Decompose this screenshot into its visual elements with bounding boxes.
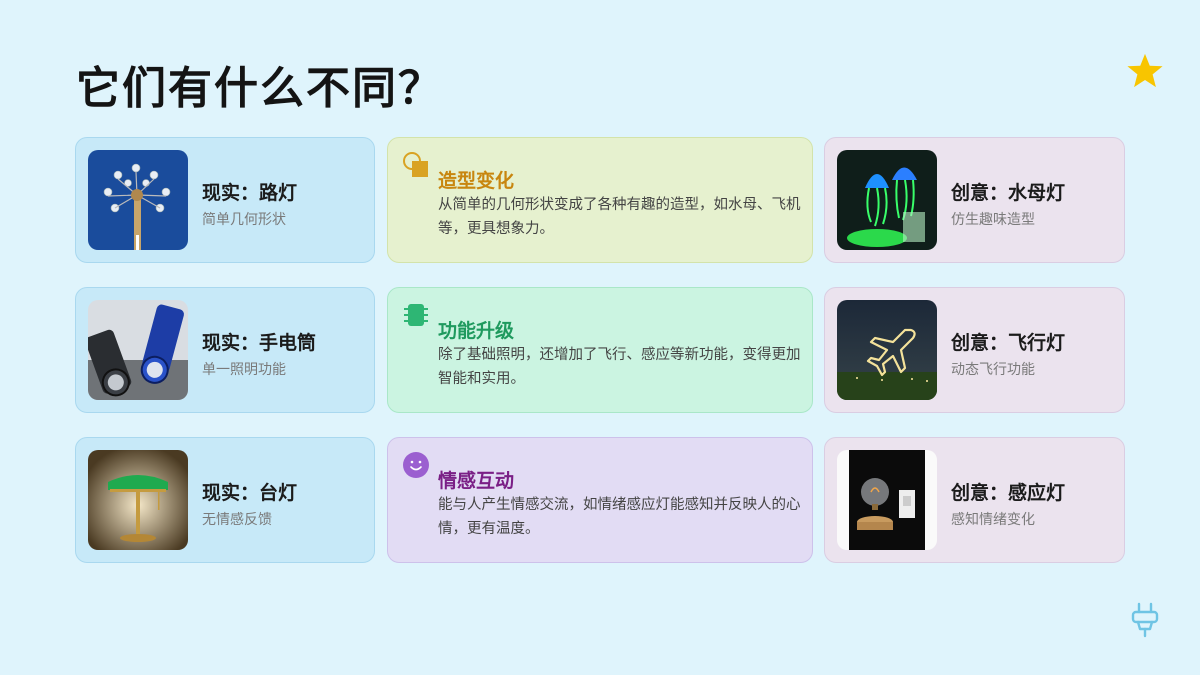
desk-lamp-photo (88, 450, 188, 550)
card-subtitle: 简单几何形状 (202, 212, 286, 228)
chip-icon (404, 304, 428, 326)
airplane-light-photo (837, 300, 937, 400)
creative-card-sensor[interactable]: 创意：感应灯 感知情绪变化 (824, 437, 1125, 563)
difference-heading: 造型变化 (438, 170, 515, 192)
street-lamp-photo (88, 150, 188, 250)
difference-description: 能与人产生情感交流，如情绪感应灯能感知并反映人的心情，更有温度。 (438, 497, 801, 537)
card-title: 现实：台灯 (202, 482, 298, 504)
star-icon (1127, 53, 1163, 88)
real-card-desklamp[interactable]: 现实：台灯 无情感反馈 (75, 437, 375, 563)
bulb-lamp-photo (837, 450, 937, 550)
card-title: 创意：飞行灯 (951, 332, 1066, 354)
card-subtitle: 无情感反馈 (202, 512, 272, 528)
difference-card-shape[interactable]: 造型变化 从简单的几何形状变成了各种有趣的造型，如水母、飞机等，更具想象力。 (387, 137, 813, 263)
card-title: 创意：感应灯 (951, 482, 1066, 504)
difference-description: 从简单的几何形状变成了各种有趣的造型，如水母、飞机等，更具想象力。 (438, 197, 801, 237)
jellyfish-lamp-photo (837, 150, 937, 250)
difference-card-emotion[interactable]: 情感互动 能与人产生情感交流，如情绪感应灯能感知并反映人的心情，更有温度。 (387, 437, 813, 563)
difference-heading: 功能升级 (438, 320, 515, 342)
smile-icon (403, 452, 429, 478)
creative-card-jellyfish[interactable]: 创意：水母灯 仿生趣味造型 (824, 137, 1125, 263)
card-title: 现实：路灯 (202, 182, 298, 204)
shapes-icon (403, 152, 428, 177)
card-subtitle: 单一照明功能 (202, 362, 286, 378)
creative-card-airplane[interactable]: 创意：飞行灯 动态飞行功能 (824, 287, 1125, 413)
card-subtitle: 感知情绪变化 (951, 512, 1035, 528)
difference-description: 除了基础照明，还增加了飞行、感应等新功能，变得更加智能和实用。 (438, 347, 801, 387)
card-title: 现实：手电筒 (202, 332, 317, 354)
card-title: 创意：水母灯 (951, 182, 1066, 204)
real-card-flashlight[interactable]: 现实：手电筒 单一照明功能 (75, 287, 375, 413)
real-card-streetlamp[interactable]: 现实：路灯 简单几何形状 (75, 137, 375, 263)
page-title: 它们有什么不同？ (76, 63, 444, 114)
difference-card-function[interactable]: 功能升级 除了基础照明，还增加了飞行、感应等新功能，变得更加智能和实用。 (387, 287, 813, 413)
flashlight-photo (88, 300, 188, 400)
card-subtitle: 动态飞行功能 (951, 362, 1035, 378)
plug-icon (1131, 602, 1159, 638)
difference-heading: 情感互动 (438, 470, 515, 492)
card-subtitle: 仿生趣味造型 (951, 212, 1035, 228)
